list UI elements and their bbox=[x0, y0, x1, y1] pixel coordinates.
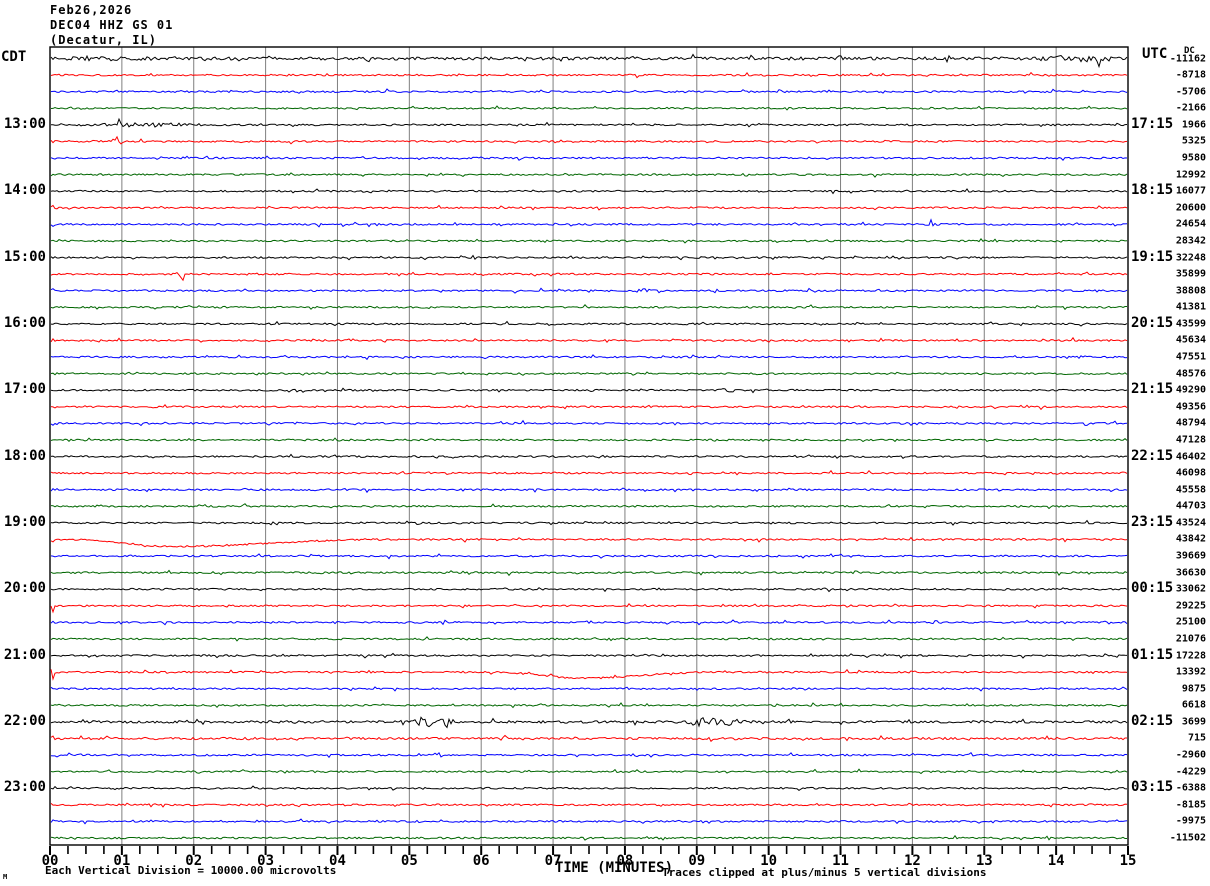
trace-row bbox=[50, 603, 1128, 614]
trace-row bbox=[50, 53, 1128, 69]
trace-row bbox=[50, 437, 1128, 443]
vertical-scale-note: Each Vertical Division = 10000.00 microv… bbox=[45, 864, 337, 877]
trace-row bbox=[50, 802, 1128, 808]
trace-row bbox=[50, 587, 1128, 593]
trace-row bbox=[50, 503, 1128, 510]
trace-row bbox=[50, 304, 1127, 311]
trace-row bbox=[50, 834, 1127, 841]
trace-row bbox=[50, 519, 1128, 526]
trace-row bbox=[50, 734, 1127, 743]
x-axis-title: TIME (MINUTES) bbox=[555, 860, 674, 876]
trace-row bbox=[50, 237, 1128, 244]
corner-watermark: M bbox=[3, 873, 8, 881]
trace-row bbox=[50, 404, 1128, 411]
trace-row bbox=[50, 105, 1128, 111]
trace-row bbox=[50, 652, 1128, 659]
trace-row bbox=[50, 469, 1128, 476]
helicorder-page: Feb26,2026 DEC04 HHZ GS 01 (Decatur, IL)… bbox=[0, 0, 1210, 886]
trace-row bbox=[50, 751, 1128, 759]
trace-row bbox=[50, 218, 1128, 228]
trace-row bbox=[50, 716, 1128, 729]
trace-row bbox=[50, 553, 1128, 560]
trace-row bbox=[50, 686, 1128, 692]
trace-row bbox=[50, 702, 1128, 709]
trace-row bbox=[50, 818, 1128, 825]
trace-row bbox=[50, 354, 1128, 361]
trace-row bbox=[50, 336, 1128, 343]
trace-row bbox=[50, 271, 1128, 282]
trace-row bbox=[51, 117, 1128, 128]
trace-row bbox=[50, 387, 1128, 394]
clipping-note: Traces clipped at plus/minus 5 vertical … bbox=[662, 866, 987, 879]
trace-row bbox=[50, 371, 1128, 376]
trace-row bbox=[50, 453, 1128, 459]
plot-frame bbox=[49, 46, 1129, 846]
trace-row bbox=[50, 135, 1128, 145]
trace-row bbox=[50, 320, 1128, 327]
trace-row bbox=[50, 668, 1128, 681]
trace-row bbox=[50, 569, 1128, 577]
trace-row bbox=[50, 254, 1128, 261]
trace-row bbox=[50, 487, 1128, 494]
trace-row bbox=[50, 419, 1128, 427]
trace-row bbox=[50, 785, 1128, 792]
helicorder-plot bbox=[49, 46, 1129, 855]
trace-row bbox=[50, 155, 1128, 161]
trace-row bbox=[50, 287, 1128, 294]
trace-row bbox=[50, 768, 1128, 775]
trace-row bbox=[50, 71, 1128, 79]
trace-row bbox=[50, 204, 1128, 211]
trace-row bbox=[50, 636, 1128, 642]
trace-row bbox=[50, 88, 1128, 94]
trace-row bbox=[50, 619, 1128, 626]
trace-row bbox=[50, 188, 1128, 195]
trace-row bbox=[50, 172, 1128, 178]
trace-row bbox=[50, 536, 1128, 548]
